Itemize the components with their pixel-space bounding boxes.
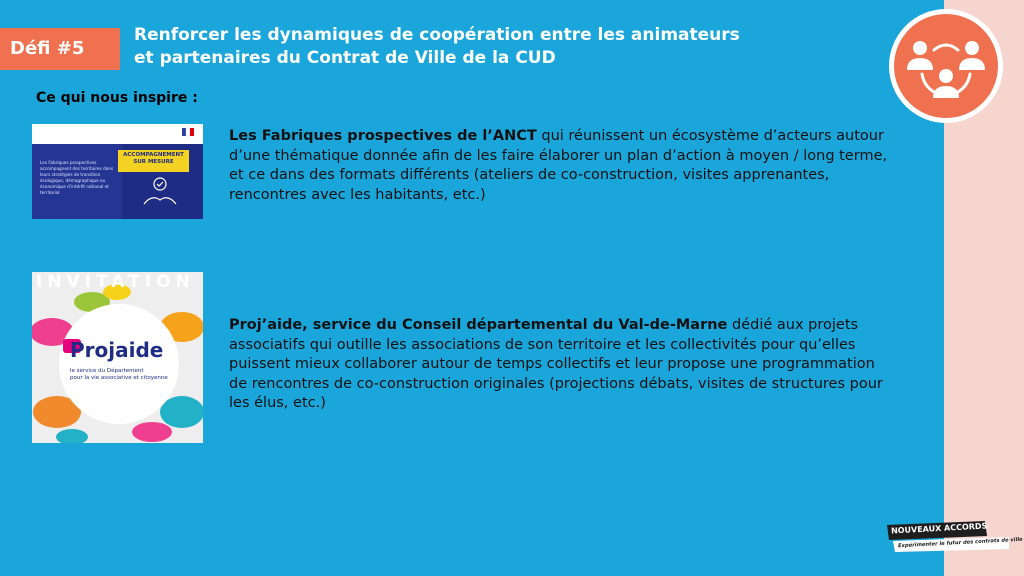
projaide-caption-line-1: le service du Département xyxy=(70,368,144,374)
item-fabriques: Les Fabriques prospectives de l’ANCT qui… xyxy=(229,127,894,205)
nouveaux-accords-logo: NOUVEAUX ACCORDS Expérimenter le futur d… xyxy=(885,519,1023,559)
projaide-thumbnail: INVITATION Projaide le service du Départ… xyxy=(32,272,203,443)
invitation-banner: INVITATION xyxy=(36,272,195,292)
item-projaide-title: Proj’aide, service du Conseil départemen… xyxy=(229,317,728,333)
title-line-2: et partenaires du Contrat de Ville de la… xyxy=(134,48,556,68)
fabriques-thumbnail: ACCOMPAGNEMENT SUR MESURE Les Fabriques … xyxy=(32,124,203,219)
fabriques-tag-line-2: SUR MESURE xyxy=(133,159,174,165)
fabriques-tag-line-1: ACCOMPAGNEMENT xyxy=(123,152,184,158)
section-title: Ce qui nous inspire : xyxy=(36,90,198,106)
projaide-caption: le service du Département pour la vie as… xyxy=(70,368,180,382)
item-fabriques-title: Les Fabriques prospectives de l’ANCT xyxy=(229,128,537,144)
challenge-badge: Défi #5 xyxy=(0,28,120,70)
item-projaide: Proj’aide, service du Conseil départemen… xyxy=(229,316,894,414)
projaide-caption-line-2: pour la vie associative et citoyenne xyxy=(70,375,168,381)
projaide-brand: Projaide xyxy=(70,338,164,362)
fabriques-thumb-text: Les Fabriques prospectives accompagnent … xyxy=(40,160,114,195)
title-line-1: Renforcer les dynamiques de coopération … xyxy=(134,25,740,45)
people-network-icon xyxy=(889,9,1003,123)
slide-title: Renforcer les dynamiques de coopération … xyxy=(134,24,834,70)
fabriques-tag: ACCOMPAGNEMENT SUR MESURE xyxy=(120,152,187,166)
